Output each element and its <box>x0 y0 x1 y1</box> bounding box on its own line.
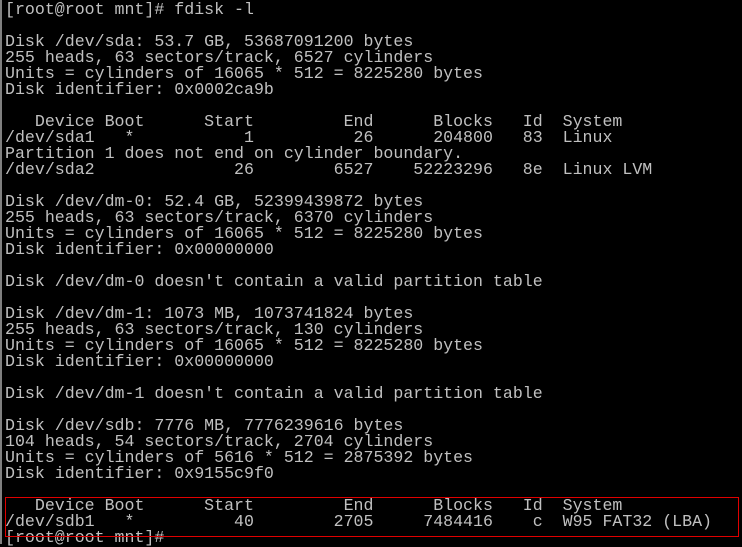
terminal-line: [root@root mnt]# fdisk -l <box>5 0 254 19</box>
terminal-line: Disk /dev/dm-0 doesn't contain a valid p… <box>5 272 543 291</box>
terminal-line: Disk identifier: 0x00000000 <box>5 240 274 259</box>
terminal-line: Disk identifier: 0x0002ca9b <box>5 80 274 99</box>
terminal-output: [root@root mnt]# fdisk -l Disk /dev/sda: … <box>5 0 712 546</box>
terminal-line: Disk /dev/dm-1 doesn't contain a valid p… <box>5 384 543 403</box>
terminal-line: Disk identifier: 0x9155c9f0 <box>5 464 274 483</box>
terminal-line: /dev/sda2 26 6527 52223296 8e Linux LVM <box>5 160 653 179</box>
terminal-line: Disk identifier: 0x00000000 <box>5 352 274 371</box>
terminal-window[interactable]: [root@root mnt]# fdisk -l Disk /dev/sda: … <box>0 0 742 546</box>
